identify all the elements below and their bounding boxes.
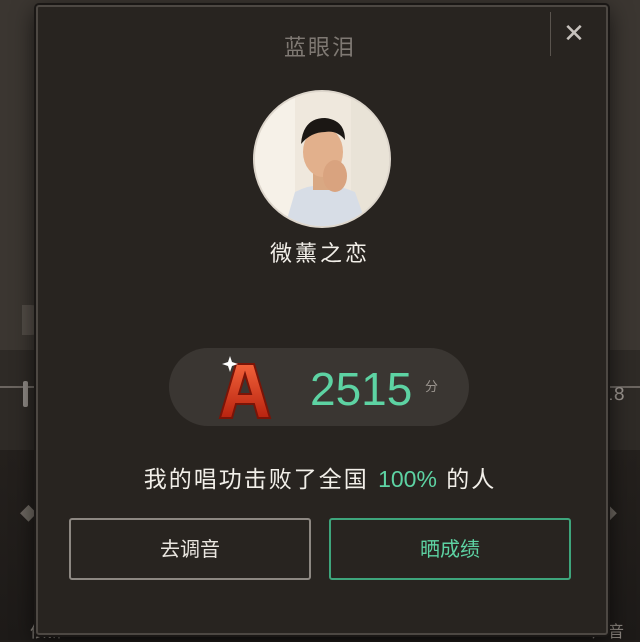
chevron-left-icon: ◆	[20, 500, 37, 525]
background-progress-handle	[23, 381, 28, 407]
score-unit: 分	[425, 380, 439, 395]
rank-prefix: 我的唱功击败了全国	[143, 467, 379, 493]
share-score-button[interactable]: 晒成绩	[329, 518, 571, 580]
rank-message: 我的唱功击败了全国 100% 的人	[0, 460, 640, 494]
score-value: 2515	[310, 363, 413, 415]
tune-button[interactable]: 去调音	[69, 518, 311, 580]
avatar-photo	[255, 92, 389, 226]
username: 微薰之恋	[269, 242, 370, 267]
grade-a-icon	[218, 356, 272, 419]
rank-percent: 100%	[378, 466, 437, 492]
rank-suffix: 的人	[436, 467, 497, 493]
avatar	[253, 90, 391, 228]
grade-badge	[218, 352, 272, 424]
song-title: 蓝眼泪	[283, 36, 356, 61]
